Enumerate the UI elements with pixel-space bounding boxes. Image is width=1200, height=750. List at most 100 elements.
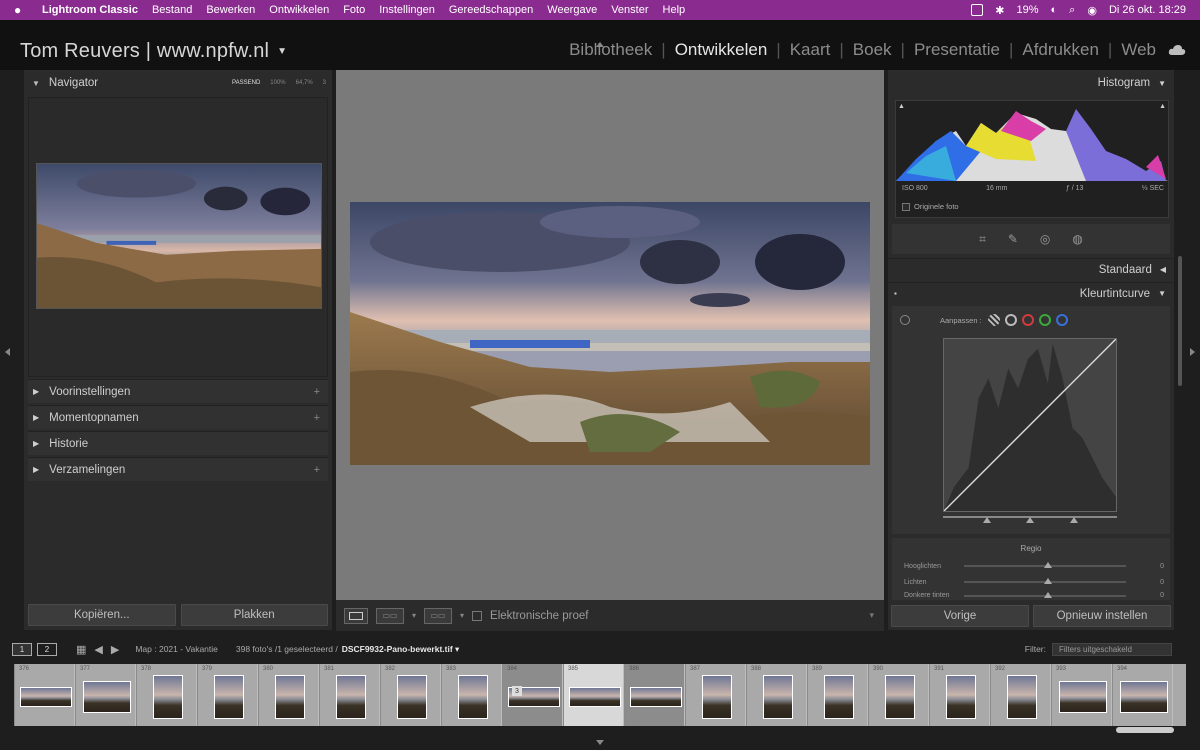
redeye-tool-icon[interactable]: ◎ (1040, 232, 1050, 246)
slider-donkere-tinten[interactable]: Donkere tinten 0 (904, 591, 1164, 600)
targeted-adjust-icon[interactable] (900, 315, 910, 325)
add-collection-icon[interactable]: + (314, 464, 320, 476)
filmstrip-thumbnail[interactable]: 392 (990, 664, 1051, 726)
panel-standaard[interactable]: Standaard ◀ (888, 258, 1174, 280)
module-web[interactable]: Web (1121, 40, 1156, 60)
navigator-preview-image[interactable] (36, 163, 322, 309)
filmstrip-thumbnail[interactable]: 384 3 (502, 664, 563, 726)
battery-status[interactable]: 19% (1016, 4, 1038, 16)
menu-clock[interactable]: Di 26 okt. 18:29 (1109, 4, 1186, 16)
apple-icon[interactable]: ● (14, 4, 26, 16)
menu-ontwikkelen[interactable]: Ontwikkelen (269, 4, 329, 16)
search-icon[interactable]: ⌕ (1069, 4, 1075, 17)
loupe-view-button[interactable] (344, 607, 368, 624)
toolbar-dropdown-icon[interactable]: ▾ (460, 611, 464, 620)
back-arrow-icon[interactable]: ◀ (94, 643, 102, 656)
filmstrip-thumbnail[interactable]: 376 (14, 664, 75, 726)
filmstrip-thumbnail[interactable]: 382 (380, 664, 441, 726)
filmstrip-thumbnail[interactable]: 385 (563, 664, 624, 726)
channel-green-icon[interactable] (1038, 314, 1051, 326)
panel-toggle-icon[interactable]: ▪ (894, 289, 897, 298)
navigator-expand-icon[interactable]: ▼ (32, 79, 40, 88)
filmstrip-thumbnail[interactable]: 393 (1051, 664, 1112, 726)
module-kaart[interactable]: Kaart (790, 40, 831, 60)
filmstrip-thumbnail[interactable]: 386 (624, 664, 685, 726)
soft-proof-checkbox[interactable] (472, 610, 483, 621)
stack-badge[interactable]: 3 (512, 686, 522, 696)
donkere-tinten-value[interactable]: 0 (1154, 592, 1164, 599)
filmstrip-thumbnail[interactable]: 391 (929, 664, 990, 726)
module-presentatie[interactable]: Presentatie (914, 40, 1000, 60)
histogram-header[interactable]: Histogram ▼ (888, 70, 1174, 96)
identity-plate[interactable]: Tom Reuvers | www.npfw.nl ▼ (20, 40, 287, 63)
second-window-button[interactable]: 2 (37, 642, 57, 656)
status-app-icon[interactable] (971, 4, 984, 16)
masking-tool-icon[interactable]: ◍ (1072, 232, 1082, 246)
grid-view-icon[interactable]: ▦ (76, 643, 86, 656)
filmstrip-thumbnail[interactable]: 388 (746, 664, 807, 726)
kleurtintcurve-collapse-icon[interactable]: ▼ (1158, 289, 1166, 298)
channel-rgb-icon[interactable] (1004, 314, 1017, 326)
identity-dropdown-icon[interactable]: ▼ (277, 46, 287, 57)
copy-button[interactable]: Kopiëren... (28, 604, 176, 626)
curve-split-slider[interactable] (943, 516, 1117, 524)
module-boek[interactable]: Boek (853, 40, 892, 60)
original-photo-checkbox[interactable] (902, 202, 910, 211)
menu-bewerken[interactable]: Bewerken (206, 4, 255, 16)
zoom-100[interactable]: 100% (270, 80, 285, 86)
filmstrip-thumbnail[interactable]: 390 (868, 664, 929, 726)
menu-help[interactable]: Help (663, 4, 686, 16)
zoom-custom[interactable]: 64,7% (296, 80, 313, 86)
original-photo-toggle[interactable]: Originele foto (902, 202, 959, 211)
navigator-header[interactable]: ▼ Navigator PASSEND 100% 64,7% 3 (24, 70, 332, 96)
collapse-bottom-arrow-icon[interactable] (596, 740, 604, 745)
module-bibliotheek[interactable]: Bibliotheek (569, 40, 652, 60)
current-file[interactable]: DSCF9932-Pano-bewerkt.tif ▾ (342, 644, 460, 655)
source-path[interactable]: Map : 2021 - Vakantie (135, 644, 218, 654)
filmstrip-thumbnail[interactable]: 377 (75, 664, 136, 726)
collapse-left-arrow-icon[interactable] (5, 348, 10, 356)
bluetooth-icon[interactable]: ✱ (995, 4, 1004, 17)
before-after-dropdown-icon[interactable]: ▾ (412, 611, 416, 620)
swap-before-after-button[interactable]: ▭▭ (424, 607, 453, 624)
filmstrip-thumbnail[interactable]: 381 (319, 664, 380, 726)
channel-blue-icon[interactable] (1055, 314, 1068, 326)
collapse-right-arrow-icon[interactable] (1190, 348, 1195, 356)
hooglichten-value[interactable]: 0 (1154, 563, 1164, 570)
panel-momentopnamen[interactable]: ▶ Momentopnamen + (28, 405, 328, 429)
parametric-curve-icon[interactable] (987, 314, 1000, 326)
menu-weergave[interactable]: Weergave (547, 4, 597, 16)
filmstrip-scrollbar[interactable] (1116, 727, 1174, 733)
right-panel-scrollbar[interactable] (1178, 256, 1182, 386)
filmstrip-thumbnail[interactable]: 394 (1112, 664, 1173, 726)
menu-foto[interactable]: Foto (343, 4, 365, 16)
module-ontwikkelen[interactable]: Ontwikkelen (675, 40, 768, 60)
reset-button[interactable]: Opnieuw instellen (1033, 605, 1171, 627)
menu-bestand[interactable]: Bestand (152, 4, 192, 16)
paste-button[interactable]: Plakken (180, 604, 328, 626)
slider-hooglichten[interactable]: Hooglichten 0 (904, 560, 1164, 572)
main-photo[interactable] (350, 202, 870, 465)
healing-tool-icon[interactable]: ✎ (1008, 232, 1018, 246)
toolbar-options-icon[interactable]: ▾ (869, 610, 874, 621)
histogram-collapse-icon[interactable]: ▼ (1158, 79, 1166, 88)
menu-app[interactable]: Lightroom Classic (42, 4, 138, 16)
before-after-button[interactable]: ▭▭ (376, 607, 404, 624)
zoom-extra[interactable]: 3 (323, 80, 326, 86)
shadow-clip-icon[interactable]: ▲ (898, 103, 905, 110)
slider-lichten[interactable]: Lichten 0 (904, 576, 1164, 588)
previous-button[interactable]: Vorige (891, 605, 1029, 627)
standaard-expand-icon[interactable]: ◀ (1160, 265, 1166, 274)
panel-verzamelingen[interactable]: ▶ Verzamelingen + (28, 457, 328, 481)
filmstrip-thumbnail[interactable]: 378 (136, 664, 197, 726)
forward-arrow-icon[interactable]: ▶ (111, 643, 119, 656)
filmstrip-thumbnail[interactable]: 379 (197, 664, 258, 726)
main-window-button[interactable]: 1 (12, 642, 32, 656)
zoom-fit[interactable]: PASSEND (232, 80, 260, 86)
module-afdrukken[interactable]: Afdrukken (1022, 40, 1099, 60)
filmstrip-thumbnail[interactable]: 389 (807, 664, 868, 726)
add-preset-icon[interactable]: + (314, 386, 320, 398)
menu-venster[interactable]: Venster (611, 4, 648, 16)
siri-icon[interactable]: ◉ (1087, 4, 1097, 17)
channel-red-icon[interactable] (1021, 314, 1034, 326)
